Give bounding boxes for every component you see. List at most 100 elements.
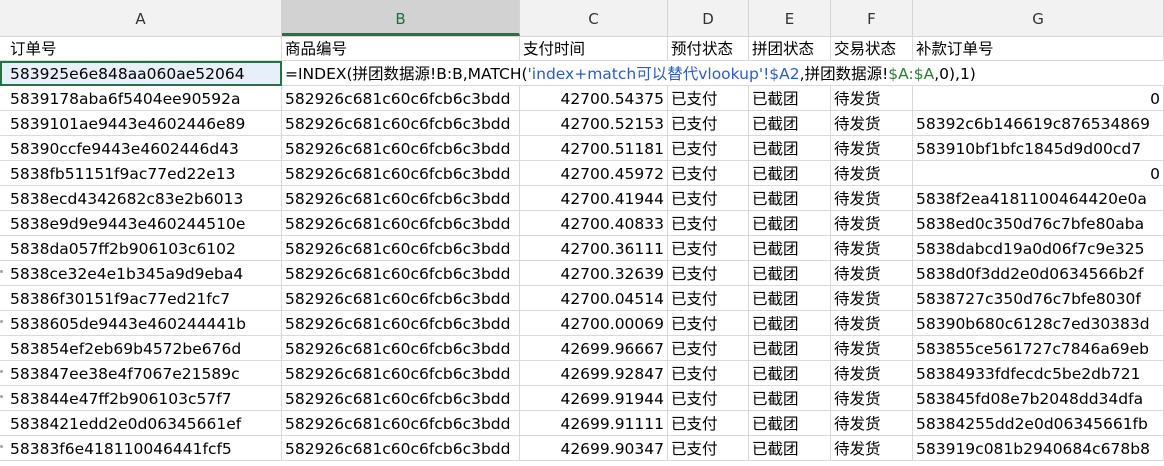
order-id-cell[interactable]: 5838ce32e4e1b345a9d9eba4 [0,261,282,286]
product-id-cell[interactable]: 582926c681c60c6fcb6c3bdd [282,386,520,411]
supplement-order-cell[interactable]: 58384255dd2e0d06345661fb [913,411,1164,436]
trade-status-cell[interactable]: 待发货 [831,286,913,311]
pay-time-cell[interactable]: 42700.32639 [520,261,668,286]
order-id-cell[interactable]: 583847ee38e4f7067e21589c [0,361,282,386]
group-status-cell[interactable]: 已截团 [749,161,831,186]
product-id-cell[interactable]: 582926c681c60c6fcb6c3bdd [282,161,520,186]
column-header-e[interactable]: E [749,0,831,36]
prepay-status-cell[interactable]: 已支付 [668,286,749,311]
prepay-status-cell[interactable]: 已支付 [668,336,749,361]
order-id-cell[interactable]: 58386f30151f9ac77ed21fc7 [0,286,282,311]
pay-time-cell[interactable]: 42700.51181 [520,136,668,161]
group-status-cell[interactable]: 已截团 [749,436,831,461]
order-id-cell[interactable]: 5838fb51151f9ac77ed22e13 [0,161,282,186]
product-id-cell[interactable]: 582926c681c60c6fcb6c3bdd [282,336,520,361]
header-cell[interactable]: 拼团状态 [749,36,831,61]
pay-time-cell[interactable]: 42700.36111 [520,236,668,261]
column-header-a[interactable]: A [0,0,282,36]
trade-status-cell[interactable]: 待发货 [831,161,913,186]
order-id-cell[interactable]: 5838e9d9e9443e460244510e [0,211,282,236]
header-cell[interactable]: 补款订单号 [913,36,1164,61]
column-header-b[interactable]: B [282,0,520,36]
group-status-cell[interactable]: 已截团 [749,86,831,111]
product-id-cell[interactable]: 582926c681c60c6fcb6c3bdd [282,236,520,261]
order-id-cell[interactable]: 5838421edd2e0d06345661ef [0,411,282,436]
header-cell[interactable]: 订单号 [0,36,282,61]
prepay-status-cell[interactable]: 已支付 [668,211,749,236]
trade-status-cell[interactable]: 待发货 [831,111,913,136]
order-id-cell[interactable]: 583854ef2eb69b4572be676d [0,336,282,361]
pay-time-cell[interactable]: 42700.40833 [520,211,668,236]
supplement-order-cell[interactable]: 583845fd08e7b2048dd34dfa [913,386,1164,411]
prepay-status-cell[interactable]: 已支付 [668,311,749,336]
supplement-order-cell[interactable]: 5838f2ea4181100464420e0a [913,186,1164,211]
pay-time-cell[interactable]: 42700.45972 [520,161,668,186]
product-id-cell[interactable]: 582926c681c60c6fcb6c3bdd [282,111,520,136]
supplement-order-cell[interactable]: 0 [913,86,1164,111]
pay-time-cell[interactable]: 42700.52153 [520,111,668,136]
header-cell[interactable]: 交易状态 [831,36,913,61]
supplement-order-cell[interactable]: 583855ce561727c7846a69eb [913,336,1164,361]
trade-status-cell[interactable]: 待发货 [831,436,913,461]
pay-time-cell[interactable]: 42699.91111 [520,411,668,436]
group-status-cell[interactable]: 已截团 [749,361,831,386]
trade-status-cell[interactable]: 待发货 [831,386,913,411]
trade-status-cell[interactable]: 待发货 [831,186,913,211]
column-header-d[interactable]: D [668,0,749,36]
group-status-cell[interactable]: 已截团 [749,111,831,136]
supplement-order-cell[interactable]: 5838ed0c350d76c7bfe80aba [913,211,1164,236]
product-id-cell[interactable]: 582926c681c60c6fcb6c3bdd [282,286,520,311]
product-id-cell[interactable]: 582926c681c60c6fcb6c3bdd [282,186,520,211]
product-id-cell[interactable]: 582926c681c60c6fcb6c3bdd [282,311,520,336]
pay-time-cell[interactable]: 42700.41944 [520,186,668,211]
product-id-cell[interactable]: 582926c681c60c6fcb6c3bdd [282,436,520,461]
prepay-status-cell[interactable]: 已支付 [668,261,749,286]
trade-status-cell[interactable]: 待发货 [831,236,913,261]
group-status-cell[interactable]: 已截团 [749,386,831,411]
header-cell[interactable]: 预付状态 [668,36,749,61]
active-cell[interactable]: 583925e6e848aa060ae52064 [0,61,282,86]
header-cell[interactable]: 支付时间 [520,36,668,61]
supplement-order-cell[interactable]: 58392c6b146619c876534869 [913,111,1164,136]
product-id-cell[interactable]: 582926c681c60c6fcb6c3bdd [282,261,520,286]
pay-time-cell[interactable]: 42699.90347 [520,436,668,461]
prepay-status-cell[interactable]: 已支付 [668,161,749,186]
column-header-c[interactable]: C [520,0,668,36]
product-id-cell[interactable]: 582926c681c60c6fcb6c3bdd [282,136,520,161]
group-status-cell[interactable]: 已截团 [749,211,831,236]
supplement-order-cell[interactable]: 583919c081b2940684c678b8 [913,436,1164,461]
trade-status-cell[interactable]: 待发货 [831,336,913,361]
order-id-cell[interactable]: 58383f6e418110046441fcf5 [0,436,282,461]
prepay-status-cell[interactable]: 已支付 [668,361,749,386]
product-id-cell[interactable]: 582926c681c60c6fcb6c3bdd [282,86,520,111]
order-id-cell[interactable]: 5839101ae9443e4602446e89 [0,111,282,136]
order-id-cell[interactable]: 583844e47ff2b906103c57f7 [0,386,282,411]
pay-time-cell[interactable]: 42699.92847 [520,361,668,386]
product-id-cell[interactable]: 582926c681c60c6fcb6c3bdd [282,211,520,236]
group-status-cell[interactable]: 已截团 [749,286,831,311]
supplement-order-cell[interactable]: 0 [913,161,1164,186]
supplement-order-cell[interactable]: 583910bf1bfc1845d9d00cd7 [913,136,1164,161]
group-status-cell[interactable]: 已截团 [749,336,831,361]
group-status-cell[interactable]: 已截团 [749,411,831,436]
prepay-status-cell[interactable]: 已支付 [668,436,749,461]
column-header-g[interactable]: G [913,0,1164,36]
pay-time-cell[interactable]: 42700.54375 [520,86,668,111]
trade-status-cell[interactable]: 待发货 [831,411,913,436]
product-id-cell[interactable]: 582926c681c60c6fcb6c3bdd [282,361,520,386]
supplement-order-cell[interactable]: 5838dabcd19a0d06f7c9e325 [913,236,1164,261]
prepay-status-cell[interactable]: 已支付 [668,386,749,411]
trade-status-cell[interactable]: 待发货 [831,211,913,236]
prepay-status-cell[interactable]: 已支付 [668,136,749,161]
prepay-status-cell[interactable]: 已支付 [668,86,749,111]
trade-status-cell[interactable]: 待发货 [831,261,913,286]
trade-status-cell[interactable]: 待发货 [831,86,913,111]
pay-time-cell[interactable]: 42700.04514 [520,286,668,311]
order-id-cell[interactable]: 5838ecd4342682c83e2b6013 [0,186,282,211]
header-cell[interactable]: 商品编号 [282,36,520,61]
group-status-cell[interactable]: 已截团 [749,186,831,211]
order-id-cell[interactable]: 5839178aba6f5404ee90592a [0,86,282,111]
prepay-status-cell[interactable]: 已支付 [668,236,749,261]
pay-time-cell[interactable]: 42700.00069 [520,311,668,336]
prepay-status-cell[interactable]: 已支付 [668,111,749,136]
